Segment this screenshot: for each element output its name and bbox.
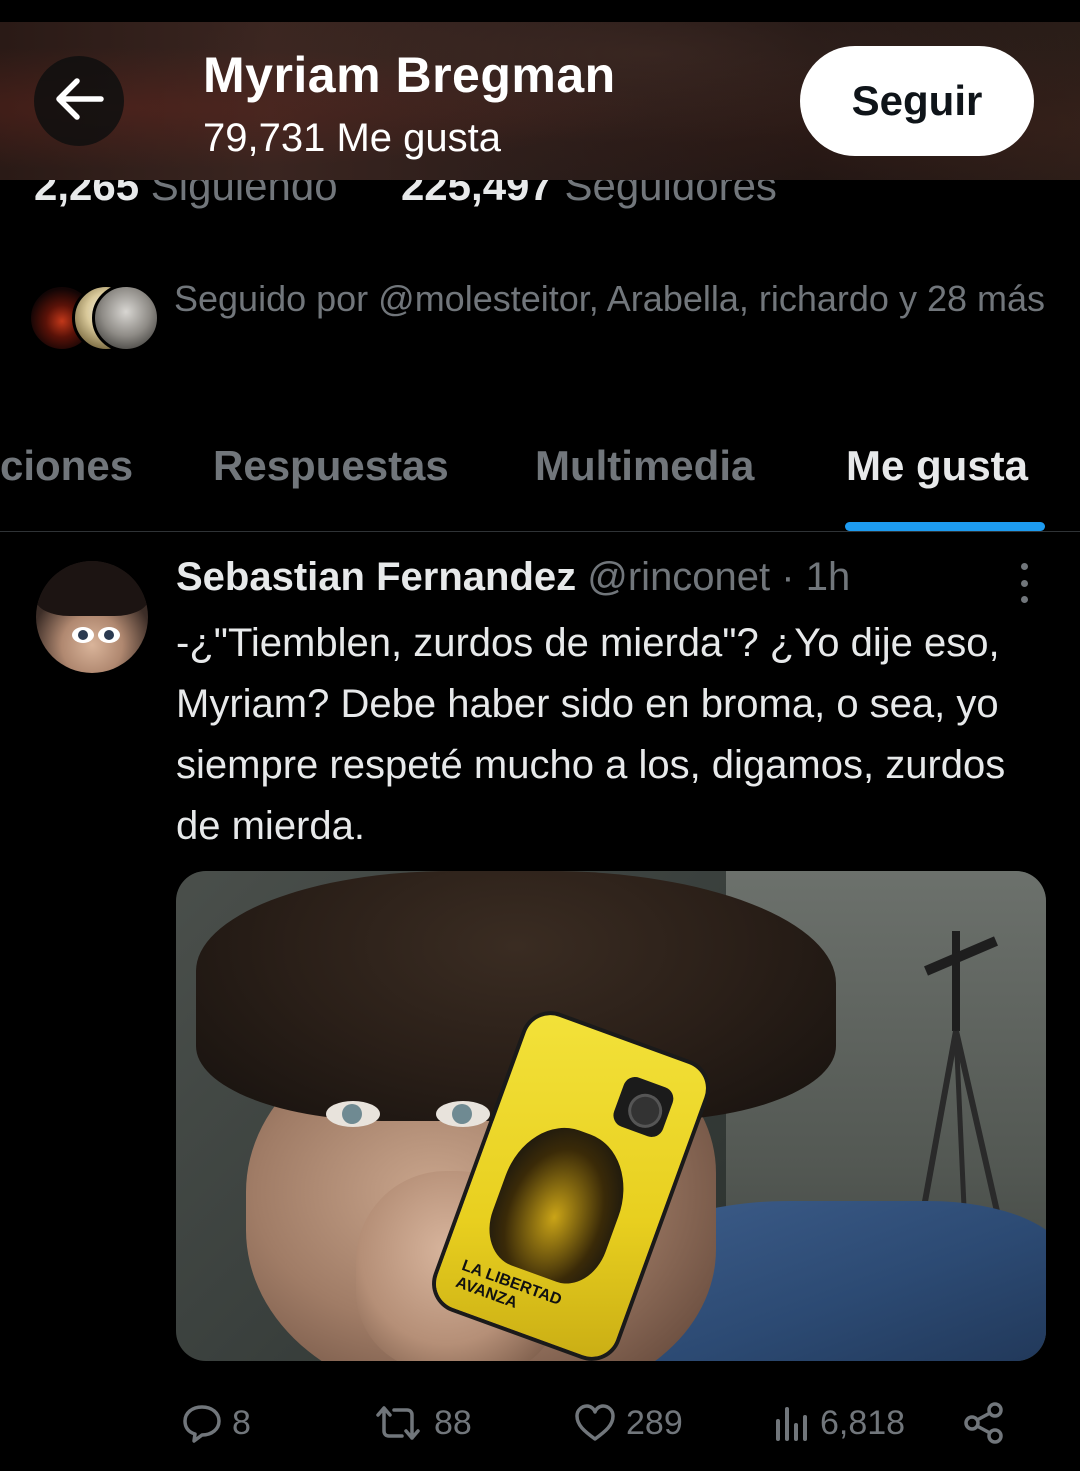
like-button[interactable]: 289 xyxy=(572,1393,683,1453)
arrow-left-icon xyxy=(53,77,105,126)
share-icon xyxy=(962,1401,1006,1445)
views-button[interactable]: 6,818 xyxy=(772,1393,905,1453)
back-button[interactable] xyxy=(34,56,124,146)
status-bar-strip xyxy=(0,0,1080,22)
tab-respuestas[interactable]: Respuestas xyxy=(213,442,449,490)
more-vertical-icon[interactable] xyxy=(1006,563,1042,603)
tweet-timestamp[interactable]: 1h xyxy=(806,555,851,599)
tweet-text: -¿"Tiemblen, zurdos de mierda"? ¿Yo dije… xyxy=(176,621,1006,848)
likes-count-subtitle: 79,731 Me gusta xyxy=(203,116,501,160)
profile-name-title: Myriam Bregman xyxy=(203,47,616,103)
followed-by-text: Seguido por @molesteitor, Arabella, rich… xyxy=(174,278,1045,319)
tab-publicaciones[interactable]: ciones xyxy=(0,442,133,490)
tweet-separator: · xyxy=(781,555,795,599)
tweet-actions: 8 88 289 6,818 xyxy=(176,1393,1036,1453)
tweet-header: Sebastian Fernandez @rinconet · 1h xyxy=(176,555,850,600)
reply-button[interactable]: 8 xyxy=(180,1393,251,1453)
reply-count: 8 xyxy=(232,1403,251,1442)
retweet-icon xyxy=(370,1401,426,1445)
followers-avatars xyxy=(28,284,160,354)
avatar xyxy=(92,284,160,352)
tweet-author-handle[interactable]: @rinconet xyxy=(587,555,770,599)
tweet-media-image[interactable]: LA LIBERTAD AVANZA xyxy=(176,871,1046,1361)
tweet[interactable]: Sebastian Fernandez @rinconet · 1h -¿"Ti… xyxy=(0,533,1080,1471)
retweet-button[interactable]: 88 xyxy=(370,1393,472,1453)
tab-me-gusta[interactable]: Me gusta xyxy=(846,442,1028,490)
active-tab-indicator xyxy=(845,522,1045,531)
reply-icon xyxy=(180,1401,224,1445)
tweet-author-avatar[interactable] xyxy=(36,561,148,673)
views-icon xyxy=(772,1401,812,1445)
share-button[interactable] xyxy=(962,1393,1006,1453)
profile-header: Myriam Bregman 79,731 Me gusta Seguir xyxy=(0,0,1080,180)
retweet-count: 88 xyxy=(434,1403,472,1442)
like-count: 289 xyxy=(626,1403,683,1442)
tab-multimedia[interactable]: Multimedia xyxy=(535,442,754,490)
heart-icon xyxy=(572,1401,618,1445)
views-count: 6,818 xyxy=(820,1403,906,1442)
profile-tabs: ciones Respuestas Multimedia Me gusta xyxy=(0,420,1080,532)
follow-button[interactable]: Seguir xyxy=(800,46,1034,156)
tweet-author-name[interactable]: Sebastian Fernandez xyxy=(176,555,576,599)
followed-by-section[interactable]: Seguido por @molesteitor, Arabella, rich… xyxy=(28,272,1058,372)
